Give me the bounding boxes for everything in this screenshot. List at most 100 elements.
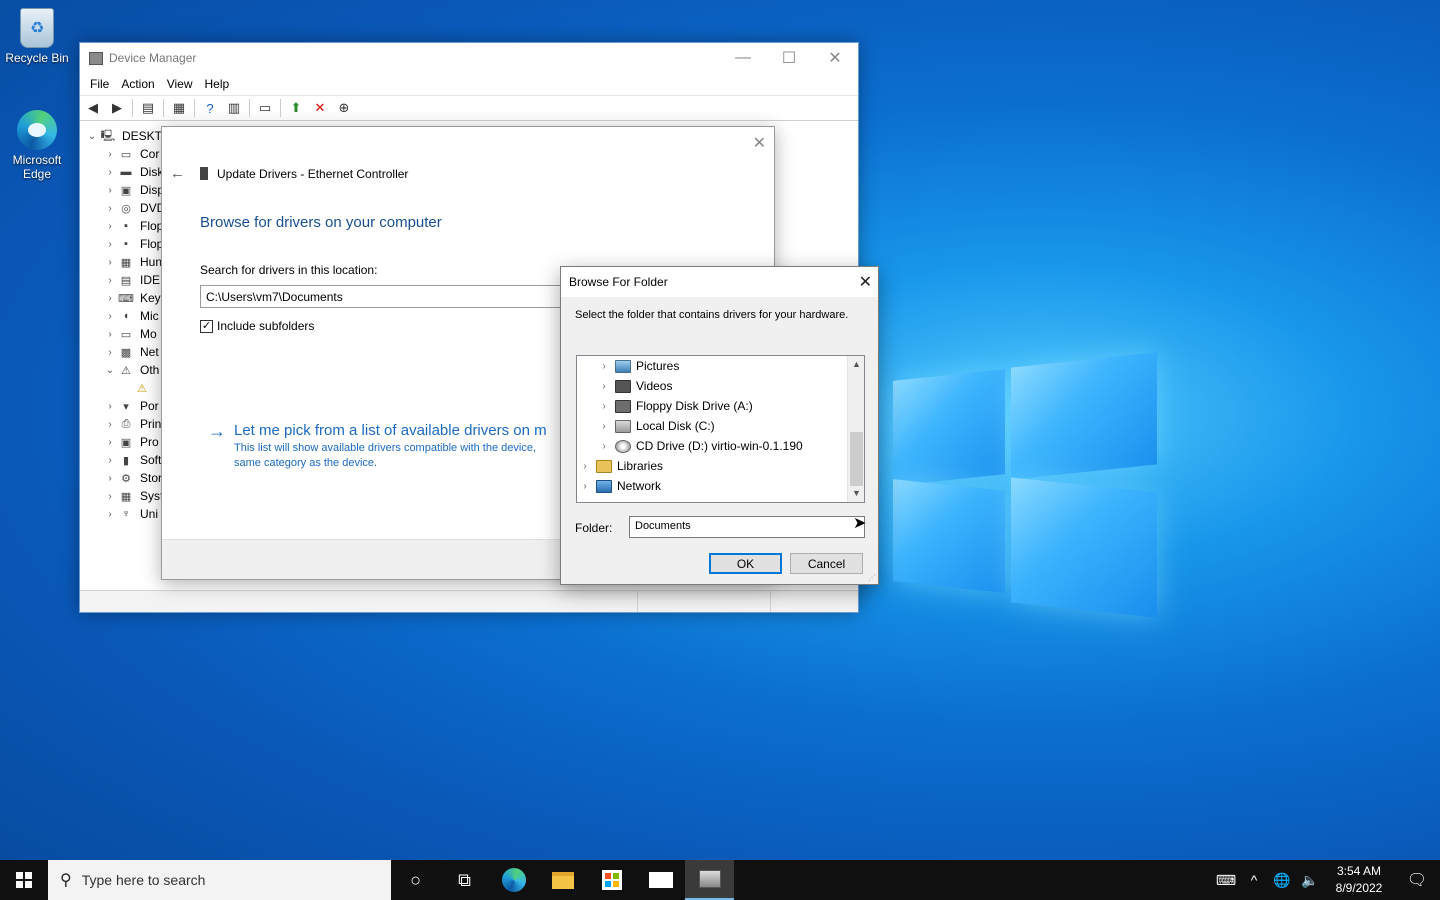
back-arrow-icon[interactable]: ← [170, 165, 192, 182]
chevron-right-icon[interactable]: › [102, 419, 118, 430]
tree-root[interactable]: ⌄ 🖳 DESKTO [84, 127, 171, 145]
checkbox-checked-icon[interactable]: ✓ [200, 319, 213, 333]
view-icon[interactable]: ▥ [225, 100, 243, 116]
tree-item[interactable]: › ◖ Mic [102, 307, 158, 325]
tree-item-videos[interactable]: › Videos [597, 376, 672, 396]
chevron-right-icon[interactable]: › [578, 461, 592, 472]
close-icon[interactable]: ✕ [859, 272, 872, 292]
tree-item[interactable]: › ⎙ Prin [102, 415, 161, 433]
tree-item[interactable]: › ⌨ Key [102, 289, 160, 307]
close-icon[interactable]: ✕ [753, 133, 766, 153]
chevron-right-icon[interactable]: › [578, 481, 592, 492]
update-driver-icon[interactable]: ⬆ [287, 100, 305, 116]
chevron-right-icon[interactable]: › [102, 329, 118, 340]
tree-item[interactable]: › ▮ Soft [102, 451, 161, 469]
chevron-right-icon[interactable]: › [597, 421, 611, 432]
tree-item-libraries[interactable]: › Libraries [578, 456, 663, 476]
tree-item-local-disk[interactable]: › Local Disk (C:) [597, 416, 714, 436]
scroll-up-icon[interactable]: ▲ [848, 356, 864, 373]
chevron-right-icon[interactable]: › [597, 361, 611, 372]
tree-item[interactable]: ⌄ ⚠ Oth [102, 361, 160, 379]
chevron-right-icon[interactable]: › [102, 401, 118, 412]
taskbar-search-box[interactable]: ⚲ Type here to search [48, 860, 391, 900]
folder-input[interactable]: Documents [629, 516, 865, 538]
show-hide-tree-icon[interactable]: ▤ [139, 100, 157, 116]
tree-item[interactable]: › ♆ Uni [102, 505, 158, 523]
show-hidden-icons-chevron-icon[interactable]: ^ [1240, 872, 1268, 888]
desktop-icon-edge[interactable]: Microsoft Edge [1, 110, 73, 181]
chevron-right-icon[interactable]: › [102, 149, 118, 160]
volume-muted-icon[interactable]: 🔈 [1296, 872, 1324, 889]
chevron-right-icon[interactable]: › [102, 347, 118, 358]
menu-action[interactable]: Action [115, 77, 160, 91]
chevron-right-icon[interactable]: › [102, 311, 118, 322]
task-view-button[interactable]: ⧉ [440, 860, 489, 900]
tree-item[interactable]: › ◎ DVD [102, 199, 165, 217]
clock[interactable]: 3:54 AM 8/9/2022 [1328, 863, 1390, 897]
vertical-scrollbar[interactable]: ▲ ▼ [847, 356, 864, 502]
taskbar-mail[interactable] [636, 860, 685, 900]
resize-grip-icon[interactable]: ⋰ [868, 573, 876, 582]
start-button[interactable] [0, 860, 48, 900]
chevron-right-icon[interactable]: › [102, 509, 118, 520]
chevron-right-icon[interactable]: › [102, 473, 118, 484]
help-icon[interactable]: ? [201, 100, 219, 116]
scroll-down-icon[interactable]: ▼ [848, 485, 864, 502]
download-icon[interactable]: ⊕ [335, 100, 353, 116]
menu-help[interactable]: Help [199, 77, 236, 91]
chevron-right-icon[interactable]: › [102, 293, 118, 304]
forward-arrow-icon[interactable]: ▶ [108, 100, 126, 116]
chevron-right-icon[interactable]: › [102, 203, 118, 214]
tree-item[interactable]: › ▣ Pro [102, 433, 158, 451]
driver-path-input[interactable]: C:\Users\vm7\Documents [200, 285, 620, 308]
tree-item-network[interactable]: › Network [578, 476, 661, 496]
menu-file[interactable]: File [84, 77, 115, 91]
tree-item[interactable]: › ▩ Net [102, 343, 158, 361]
tree-item[interactable]: › ⚙ Stor [102, 469, 162, 487]
chevron-right-icon[interactable]: › [102, 185, 118, 196]
chevron-right-icon[interactable]: › [597, 401, 611, 412]
chevron-right-icon[interactable]: › [102, 491, 118, 502]
taskbar-edge[interactable] [489, 860, 538, 900]
chevron-down-icon[interactable]: ⌄ [102, 365, 118, 376]
keyboard-layout-icon[interactable]: ⌨ [1212, 872, 1240, 889]
tree-item-ethernet-controller[interactable]: ⚠ [134, 379, 156, 397]
network-globe-icon[interactable]: 🌐 [1268, 872, 1296, 889]
tree-item[interactable]: › ▪ Flop [102, 235, 163, 253]
desktop-icon-recycle-bin[interactable]: Recycle Bin [1, 8, 73, 65]
ok-button[interactable]: OK [709, 553, 782, 574]
tree-item[interactable]: › ▪ Flop [102, 217, 163, 235]
include-subfolders-checkbox[interactable]: ✓ Include subfolders [200, 319, 314, 333]
chevron-right-icon[interactable]: › [102, 167, 118, 178]
pick-link-title[interactable]: Let me pick from a list of available dri… [234, 422, 564, 439]
taskbar-file-explorer[interactable] [538, 860, 587, 900]
chevron-down-icon[interactable]: ⌄ [84, 131, 100, 142]
tree-item[interactable]: › ▦ Hun [102, 253, 162, 271]
close-button[interactable]: ✕ [812, 43, 858, 73]
tree-item[interactable]: › ▤ IDE [102, 271, 160, 289]
tree-item-pictures[interactable]: › Pictures [597, 356, 679, 376]
tree-item[interactable]: › ▭ Cor [102, 145, 159, 163]
tree-item[interactable]: › ▬ Disk [102, 163, 163, 181]
chevron-right-icon[interactable]: › [597, 381, 611, 392]
tree-item[interactable]: › ▦ Syst [102, 487, 163, 505]
chevron-right-icon[interactable]: › [597, 441, 611, 452]
scan-hardware-icon[interactable]: ▭ [256, 100, 274, 116]
cancel-button[interactable]: Cancel [790, 553, 863, 574]
chevron-right-icon[interactable]: › [102, 221, 118, 232]
tree-item-floppy[interactable]: › Floppy Disk Drive (A:) [597, 396, 752, 416]
taskbar-store[interactable] [587, 860, 636, 900]
tree-item[interactable]: › ▭ Mo [102, 325, 156, 343]
uninstall-device-icon[interactable]: ✕ [311, 100, 329, 116]
chevron-right-icon[interactable]: › [102, 239, 118, 250]
tree-item[interactable]: › ▣ Disp [102, 181, 164, 199]
tree-item[interactable]: › ▾ Por [102, 397, 158, 415]
menu-view[interactable]: View [161, 77, 199, 91]
tree-item-cd-drive[interactable]: › CD Drive (D:) virtio-win-0.1.190 [597, 436, 802, 456]
properties-icon[interactable]: ▦ [170, 100, 188, 116]
chevron-right-icon[interactable]: › [102, 275, 118, 286]
cortana-button[interactable]: ○ [391, 860, 440, 900]
chevron-right-icon[interactable]: › [102, 455, 118, 466]
pick-from-list-link[interactable]: → Let me pick from a list of available d… [208, 422, 564, 471]
chevron-right-icon[interactable]: › [102, 437, 118, 448]
